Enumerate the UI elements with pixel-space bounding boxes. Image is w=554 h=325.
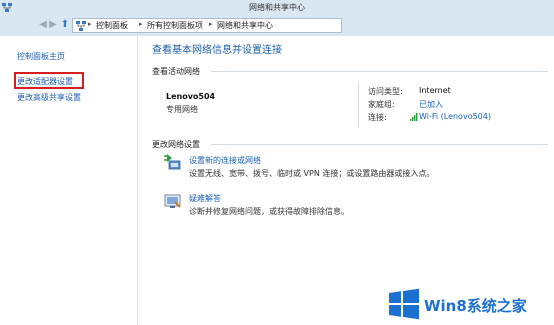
- chevron-right-icon: ▸: [209, 20, 213, 28]
- setup-connection-link[interactable]: 设置新的连接或网络: [189, 155, 261, 166]
- left-pane: 控制面板主页 更改适配器设置 更改高级共享设置: [0, 36, 138, 325]
- new-connection-icon: [164, 154, 181, 170]
- troubleshoot-desc: 诊断并修复网络问题，或获得故障排除信息。: [189, 207, 349, 216]
- back-arrow-icon[interactable]: ◀: [38, 19, 48, 31]
- homegroup-label: 家庭组:: [368, 100, 395, 109]
- breadcrumb-control-panel[interactable]: 控制面板: [96, 20, 128, 31]
- watermark-text: Win8系统之家: [424, 297, 527, 315]
- up-arrow-icon[interactable]: ⬆: [60, 19, 70, 31]
- chevron-right-icon: ▸: [139, 20, 143, 28]
- sidebar-item-home[interactable]: 控制面板主页: [17, 51, 65, 62]
- homegroup-link[interactable]: 已加入: [419, 99, 443, 110]
- divider: [211, 71, 548, 72]
- connection-label: 连接:: [368, 113, 387, 122]
- network-icon: [76, 21, 86, 31]
- address-bar: ◀ ▶ ⬆ ▸ 控制面板 ▸ 所有控制面板项 ▸ 网络和共享中心: [0, 16, 554, 36]
- connection-link[interactable]: Wi-Fi (Lenovo504): [419, 112, 491, 121]
- windows-logo-icon: [389, 288, 419, 320]
- title-bar: 网络和共享中心: [0, 0, 554, 16]
- page-title: 查看基本网络信息并设置连接: [152, 45, 282, 56]
- breadcrumb-network-center[interactable]: 网络和共享中心: [217, 20, 273, 31]
- divider: [211, 144, 548, 145]
- address-input[interactable]: ▸ 控制面板 ▸ 所有控制面板项 ▸ 网络和共享中心: [72, 18, 342, 33]
- access-type-label: 访问类型:: [368, 87, 403, 96]
- wifi-signal-icon: [410, 113, 418, 121]
- active-networks-header: 查看活动网络: [152, 67, 200, 76]
- breadcrumb-all-items[interactable]: 所有控制面板项: [147, 20, 203, 31]
- network-type: 专用网络: [166, 105, 198, 114]
- change-settings-header: 更改网络设置: [152, 140, 200, 149]
- troubleshoot-icon: [164, 194, 181, 208]
- window-title: 网络和共享中心: [249, 3, 305, 12]
- troubleshoot-link[interactable]: 疑难解答: [189, 193, 221, 204]
- forward-arrow-icon[interactable]: ▶: [48, 19, 58, 31]
- setup-connection-desc: 设置无线、宽带、拨号、临时或 VPN 连接；或设置路由器或接入点。: [189, 169, 435, 178]
- network-name: Lenovo504: [166, 92, 216, 101]
- sidebar-item-advanced-sharing[interactable]: 更改高级共享设置: [17, 92, 81, 103]
- main-pane: 查看基本网络信息并设置连接 查看活动网络 Lenovo504 专用网络 访问类型…: [139, 36, 554, 325]
- chevron-right-icon: ▸: [88, 20, 92, 28]
- access-type-value: Internet: [419, 86, 451, 95]
- sidebar-item-adapter-settings[interactable]: 更改适配器设置: [17, 76, 73, 87]
- watermark: Win8系统之家: [384, 286, 554, 322]
- divider: [358, 82, 359, 128]
